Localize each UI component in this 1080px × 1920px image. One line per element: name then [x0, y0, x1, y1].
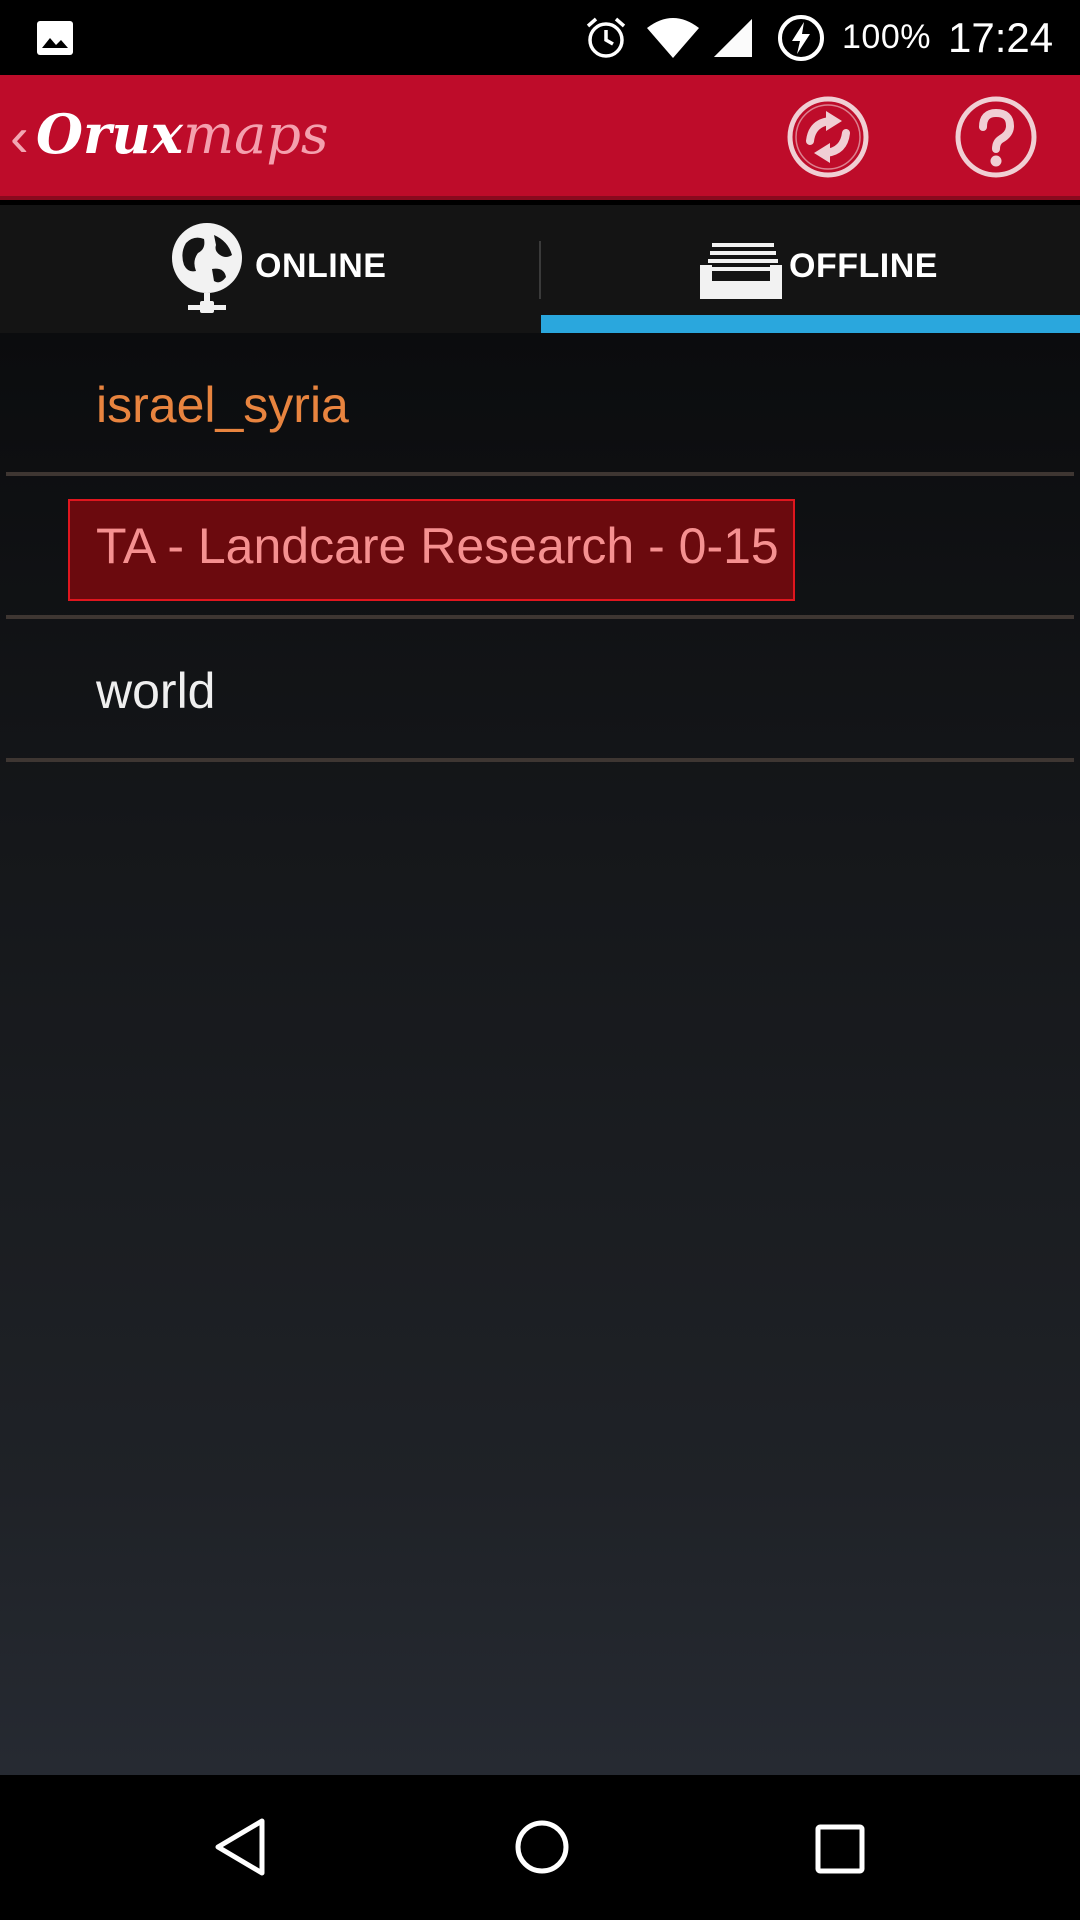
list-item[interactable]: israel_syria — [0, 333, 1080, 476]
back-icon[interactable] — [210, 1815, 270, 1879]
tray-icon — [700, 243, 782, 299]
status-bar: 100% 17:24 — [0, 0, 1080, 75]
wifi-icon — [647, 18, 699, 58]
map-name: world — [96, 663, 216, 719]
navigation-bar — [0, 1775, 1080, 1920]
signal-icon — [714, 19, 752, 57]
alarm-icon — [586, 17, 626, 58]
battery-percentage: 100% — [842, 18, 931, 56]
list-divider — [6, 758, 1074, 762]
tab-bar: ONLINE OFFLINE — [0, 205, 1080, 333]
list-item-selected[interactable]: TA - Landcare Research - 0-15 — [0, 476, 1080, 619]
battery-charging-icon — [778, 15, 824, 61]
offline-map-list: israel_syria TA - Landcare Research - 0-… — [0, 333, 1080, 1775]
recents-icon[interactable] — [814, 1815, 866, 1879]
selected-tab-indicator — [541, 315, 1080, 333]
tab-offline[interactable]: OFFLINE — [540, 205, 1080, 333]
app-logo[interactable]: Oruxmaps — [36, 99, 329, 170]
globe-icon — [172, 223, 242, 313]
tab-offline-label: OFFLINE — [789, 247, 938, 285]
list-item[interactable]: world — [0, 619, 1080, 762]
gallery-icon — [37, 21, 73, 55]
sync-icon[interactable] — [786, 95, 870, 179]
action-bar: ‹ Oruxmaps — [0, 75, 1080, 200]
tab-online-label: ONLINE — [255, 247, 387, 285]
help-icon[interactable] — [954, 95, 1038, 179]
map-name: TA - Landcare Research - 0-15 — [96, 518, 779, 574]
up-chevron-icon[interactable]: ‹ — [10, 109, 29, 165]
map-name: israel_syria — [96, 377, 349, 433]
home-icon[interactable] — [512, 1815, 572, 1879]
tab-online[interactable]: ONLINE — [0, 205, 540, 333]
clock: 17:24 — [948, 14, 1054, 61]
